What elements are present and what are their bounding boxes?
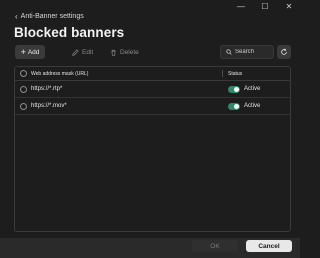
trash-icon	[111, 49, 116, 56]
edit-button[interactable]: Edit	[72, 45, 93, 59]
add-button-label: Add	[27, 48, 40, 56]
pencil-icon	[72, 48, 79, 56]
row-mask: https://*.rtp*	[31, 86, 63, 92]
edit-button-label: Edit	[82, 48, 94, 56]
column-header-status: Status	[228, 70, 243, 77]
row-checkbox[interactable]	[20, 85, 27, 93]
row-status: Active	[228, 85, 261, 93]
row-status-label: Active	[244, 86, 261, 92]
column-header-mask: Web address mask (URL)	[31, 70, 89, 77]
maximize-button[interactable]: ☐	[260, 2, 270, 12]
column-divider[interactable]	[222, 70, 223, 77]
banners-table: Web address mask (URL) Status https://*.…	[14, 66, 291, 232]
plus-icon: +	[20, 46, 26, 57]
minimize-button[interactable]: —	[236, 2, 246, 12]
table-row[interactable]: https://*.mov* Active	[15, 98, 290, 115]
status-toggle[interactable]	[228, 85, 240, 93]
row-mask: https://*.mov*	[31, 103, 67, 109]
ok-button[interactable]: OK	[192, 240, 238, 252]
table-header: Web address mask (URL) Status	[15, 67, 290, 81]
window-controls: — ☐ ✕	[236, 2, 294, 12]
back-link[interactable]: ‹ Anti-Banner settings	[15, 12, 84, 21]
add-button[interactable]: + Add	[15, 45, 45, 59]
toolbar: + Add Edit Delete	[15, 45, 291, 59]
status-toggle[interactable]	[228, 102, 240, 110]
row-status: Active	[228, 102, 261, 110]
page-title: Blocked banners	[14, 25, 125, 40]
search-box	[220, 45, 274, 59]
close-button[interactable]: ✕	[284, 2, 294, 12]
cancel-button[interactable]: Cancel	[246, 240, 292, 252]
refresh-icon	[281, 48, 287, 55]
row-status-label: Active	[244, 103, 261, 109]
row-checkbox[interactable]	[20, 102, 27, 110]
table-row[interactable]: https://*.rtp* Active	[15, 81, 290, 98]
search-icon	[226, 49, 232, 55]
refresh-button[interactable]	[277, 45, 291, 59]
select-all-checkbox[interactable]	[20, 70, 27, 77]
back-link-label: Anti-Banner settings	[20, 13, 84, 20]
delete-button-label: Delete	[120, 48, 139, 56]
chevron-left-icon: ‹	[15, 12, 18, 21]
search-input[interactable]	[235, 49, 273, 55]
delete-button[interactable]: Delete	[110, 45, 139, 59]
